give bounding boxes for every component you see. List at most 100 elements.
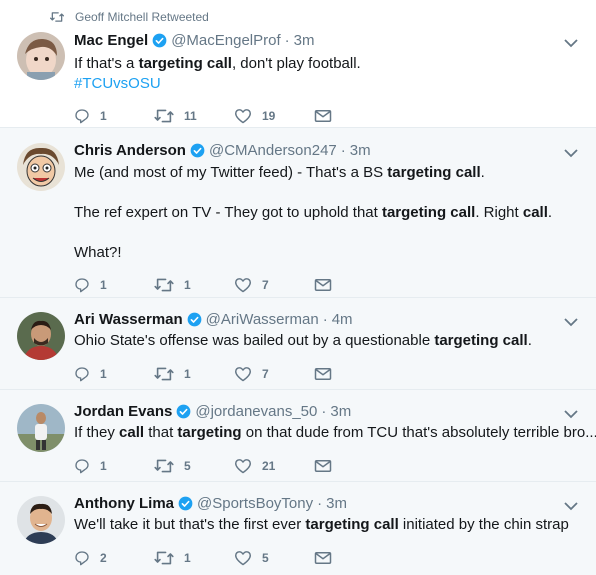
avatar[interactable] (17, 496, 65, 544)
tweet-author-name[interactable]: Ari Wasserman (74, 311, 183, 328)
highlighted-term: call (522, 204, 548, 221)
tweet-timestamp[interactable]: 3m (294, 32, 315, 49)
retweet-button[interactable]: 5 (154, 458, 234, 474)
like-count: 7 (262, 367, 269, 381)
verified-icon (177, 404, 191, 419)
verified-icon (190, 143, 205, 158)
tweet-text-segment: on that dude from TCU that's absolutely … (241, 424, 596, 441)
verified-icon (178, 496, 193, 511)
direct-message-button[interactable] (314, 551, 332, 565)
tweet-author-name[interactable]: Anthony Lima (74, 495, 174, 512)
tweet-text-segment: . (527, 332, 532, 349)
reply-count: 1 (100, 278, 107, 292)
reply-count: 2 (100, 551, 107, 565)
reply-button[interactable]: 1 (74, 366, 154, 382)
highlighted-term: targeting call (387, 164, 481, 181)
tweet-handle[interactable]: @MacEngelProf (171, 32, 280, 49)
tweet-handle[interactable]: @jordanevans_50 (195, 403, 317, 420)
tweet-handle[interactable]: @SportsBoyTony (197, 495, 313, 512)
direct-message-button[interactable] (314, 278, 332, 292)
tweet-handle[interactable]: @CMAnderson247 (209, 142, 337, 159)
envelope-icon (314, 279, 332, 291)
tweet[interactable]: Ari Wasserman @AriWasserman · 4m Ohio St… (0, 298, 596, 390)
reply-button[interactable]: 1 (74, 458, 154, 474)
reply-count: 1 (100, 109, 107, 123)
tweet-text-segment: that (144, 424, 178, 441)
avatar[interactable] (17, 404, 65, 452)
retweet-count: 11 (184, 109, 197, 123)
tweet-text-segment: , don't play football. (231, 55, 361, 72)
retweet-button[interactable]: 1 (154, 550, 234, 566)
tweet[interactable]: Chris Anderson @CMAnderson247 · 3m Me (a… (0, 128, 596, 298)
reply-button[interactable]: 2 (74, 550, 154, 566)
direct-message-button[interactable] (314, 367, 332, 381)
tweet-actions: 2 1 5 (74, 548, 596, 568)
reply-button[interactable]: 1 (74, 108, 154, 124)
like-button[interactable]: 7 (234, 366, 314, 382)
highlighted-term: targeting call (381, 204, 476, 221)
retweet-button[interactable]: 11 (154, 108, 234, 124)
avatar[interactable] (17, 312, 65, 360)
chevron-down-icon[interactable] (564, 317, 578, 327)
like-button[interactable]: 7 (234, 277, 314, 293)
envelope-icon (314, 368, 332, 380)
tweet-text: If they call that targeting on that dude… (74, 423, 596, 443)
tweet-actions: 1 1 7 (74, 364, 596, 384)
tweet-author-name[interactable]: Chris Anderson (74, 142, 186, 159)
retweet-count: 5 (184, 459, 191, 473)
avatar[interactable] (17, 143, 65, 191)
reply-icon (75, 278, 89, 293)
retweet-icon (50, 12, 64, 22)
envelope-icon (314, 552, 332, 564)
tweet-header: Mac Engel @MacEngelProf · 3m (74, 0, 596, 49)
tweet-header: Ari Wasserman @AriWasserman · 4m (74, 298, 596, 328)
tweet-author-name[interactable]: Mac Engel (74, 32, 148, 49)
heart-icon (235, 459, 251, 474)
retweet-count: 1 (184, 367, 191, 381)
tweet-timestamp[interactable]: 3m (350, 142, 371, 159)
like-button[interactable]: 19 (234, 108, 314, 124)
highlighted-term: targeting call (138, 55, 232, 72)
retweet-button[interactable]: 1 (154, 277, 234, 293)
reply-button[interactable]: 1 (74, 277, 154, 293)
tweet-hashtag-link[interactable]: #TCUvsOSU (74, 74, 596, 94)
chevron-down-icon[interactable] (564, 38, 578, 48)
reply-count: 1 (100, 367, 107, 381)
retweet-icon (154, 459, 174, 473)
tweet-timestamp[interactable]: 4m (332, 311, 353, 328)
reply-icon (75, 109, 89, 124)
tweet-timestamp[interactable]: 3m (326, 495, 347, 512)
like-button[interactable]: 5 (234, 550, 314, 566)
heart-icon (235, 367, 251, 382)
tweet-author-name[interactable]: Jordan Evans (74, 403, 172, 420)
verified-icon (152, 33, 167, 48)
direct-message-button[interactable] (314, 109, 332, 123)
tweet-text-segment: The ref expert on TV - They got to uphol… (74, 204, 382, 221)
chevron-down-icon[interactable] (564, 148, 578, 158)
retweet-count: 1 (184, 551, 191, 565)
retweet-icon (154, 278, 174, 292)
tweet[interactable]: Geoff Mitchell Retweeted Mac Engel @MacE… (0, 0, 596, 128)
tweet[interactable]: Anthony Lima @SportsBoyTony · 3m We'll t… (0, 482, 596, 575)
avatar[interactable] (17, 32, 65, 80)
like-count: 19 (262, 109, 276, 123)
retweet-button[interactable]: 1 (154, 366, 234, 382)
direct-message-button[interactable] (314, 459, 332, 473)
chevron-down-icon[interactable] (564, 501, 578, 511)
heart-icon (235, 109, 251, 124)
heart-icon (235, 278, 251, 293)
timeline: Geoff Mitchell Retweeted Mac Engel @MacE… (0, 0, 596, 575)
highlighted-term: targeting call (434, 332, 528, 349)
retweet-icon (154, 367, 174, 381)
highlighted-term: targeting (177, 424, 242, 441)
tweet-handle[interactable]: @AriWasserman (206, 311, 319, 328)
like-button[interactable]: 21 (234, 458, 314, 474)
tweet-text-segment: . (480, 164, 485, 181)
chevron-down-icon[interactable] (564, 409, 578, 419)
heart-icon (235, 551, 251, 566)
envelope-icon (314, 460, 332, 472)
tweet[interactable]: Jordan Evans @jordanevans_50 · 3m If the… (0, 390, 596, 482)
reply-icon (75, 367, 89, 382)
tweet-actions: 1 1 7 (74, 275, 596, 295)
tweet-timestamp[interactable]: 3m (330, 403, 351, 420)
